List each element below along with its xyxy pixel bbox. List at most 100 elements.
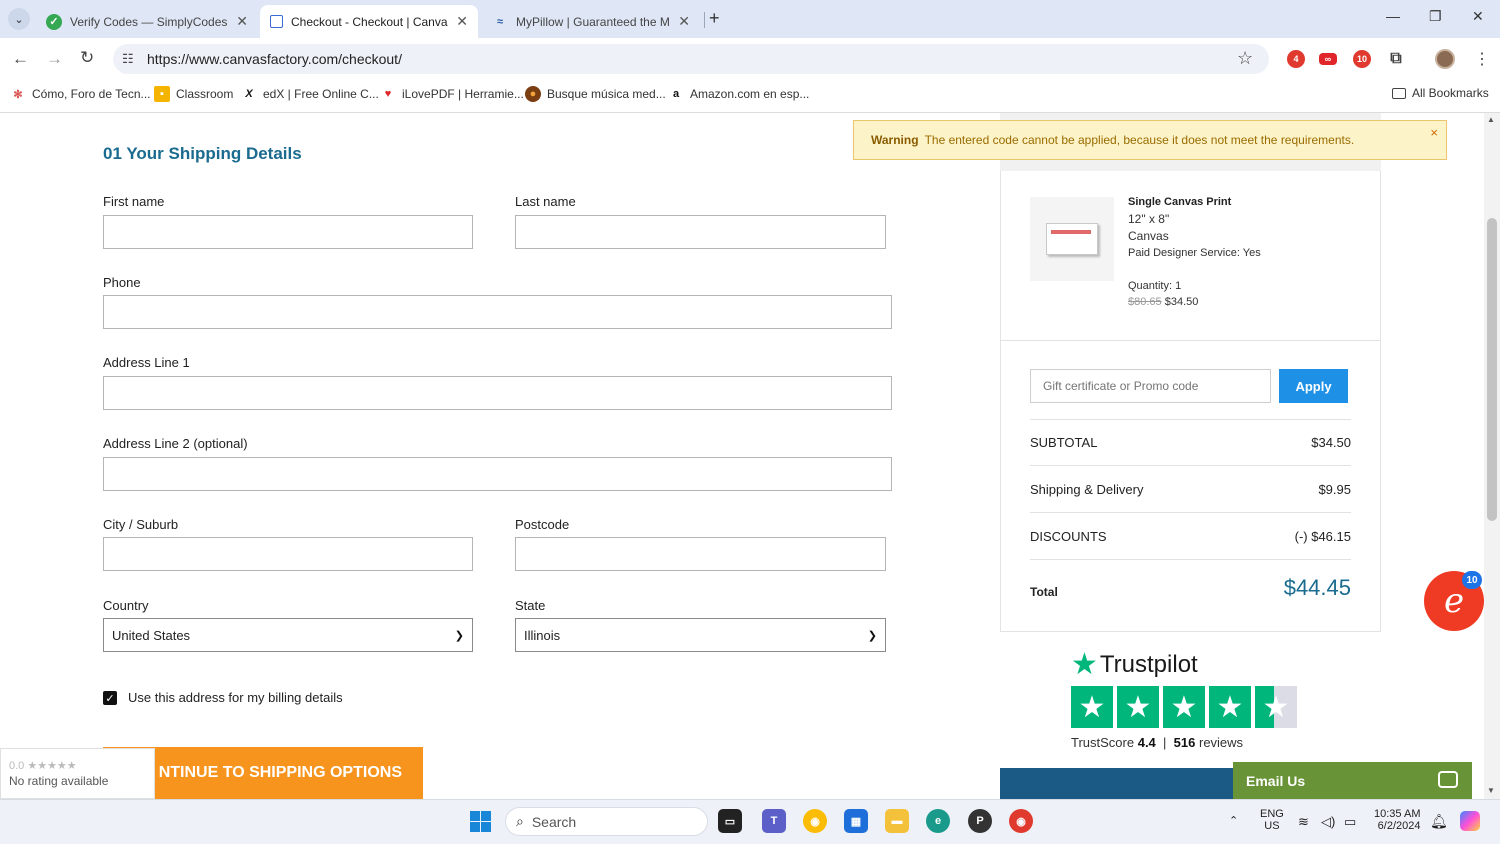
close-tab-icon[interactable]: ✕ xyxy=(236,13,248,30)
restore-icon[interactable]: ❐ xyxy=(1429,8,1442,25)
total-value: $44.45 xyxy=(1283,575,1351,600)
divider xyxy=(1001,340,1380,341)
tab-canvas-checkout[interactable]: Checkout - Checkout | Canvas F ✕ xyxy=(260,5,478,38)
product-price: $80.65 $34.50 xyxy=(1128,296,1198,308)
product-size: 12" x 8" xyxy=(1128,212,1170,226)
folder-icon xyxy=(1392,87,1406,99)
star-icon: ★ xyxy=(1071,686,1113,728)
close-icon[interactable]: × xyxy=(1430,125,1438,140)
windows-start-icon[interactable] xyxy=(470,811,491,832)
volume-icon[interactable]: ◁) xyxy=(1321,814,1335,830)
warning-alert: Warning The entered code cannot be appli… xyxy=(853,120,1447,160)
trustpilot-stars: ★ ★ ★ ★ ★ xyxy=(1071,686,1301,728)
notification-badge: 10 xyxy=(1462,571,1482,589)
last-name-label: Last name xyxy=(515,194,576,209)
divider xyxy=(1030,512,1351,513)
shipping-label: Shipping & Delivery xyxy=(1030,482,1144,497)
store-icon[interactable]: ▦ xyxy=(844,809,868,833)
pinned-app-icon[interactable]: P xyxy=(968,809,992,833)
scroll-down-icon[interactable]: ▼ xyxy=(1487,786,1495,795)
edge-icon[interactable]: e xyxy=(926,809,950,833)
notification-bell-icon[interactable]: 🔔︎ xyxy=(1430,813,1448,830)
language-indicator[interactable]: ENG US xyxy=(1260,808,1284,832)
url-text[interactable]: https://www.canvasfactory.com/checkout/ xyxy=(147,51,402,67)
close-tab-icon[interactable]: ✕ xyxy=(678,13,690,30)
chevron-down-icon: ❯ xyxy=(867,629,877,642)
scroll-up-icon[interactable]: ▲ xyxy=(1487,115,1495,124)
forward-icon[interactable]: → xyxy=(46,49,63,69)
tab-mypillow[interactable]: ≈ MyPillow | Guaranteed the Mos ✕ xyxy=(482,5,700,38)
bookmark-item[interactable]: ✻ Cómo, Foro de Tecn... xyxy=(10,86,150,102)
amazon-icon: a xyxy=(672,88,680,100)
minimize-icon[interactable]: — xyxy=(1386,8,1400,24)
trustpilot-logo[interactable]: ★ Trustpilot xyxy=(1071,647,1198,682)
city-input[interactable] xyxy=(103,537,473,571)
divider xyxy=(1030,419,1351,420)
address-line-2-input[interactable] xyxy=(103,457,892,491)
back-icon[interactable]: ← xyxy=(12,49,29,69)
rating-score: 0.0 ★★★★★ xyxy=(9,760,77,772)
clock[interactable]: 10:35 AM 6/2/2024 xyxy=(1374,808,1420,832)
tray-chevron-icon[interactable]: ⌃ xyxy=(1229,814,1238,827)
address-line-1-input[interactable] xyxy=(103,376,892,410)
section-title: 01 Your Shipping Details xyxy=(103,144,302,163)
extensions-puzzle-icon[interactable]: ⧉ xyxy=(1387,50,1405,68)
email-us-button[interactable]: Email Us xyxy=(1233,762,1472,799)
all-bookmarks[interactable]: All Bookmarks xyxy=(1392,86,1489,100)
tab-separator xyxy=(704,12,705,28)
bookmark-item[interactable]: ▪ Classroom xyxy=(154,86,233,102)
task-view-icon[interactable]: ▭ xyxy=(718,809,742,833)
city-label: City / Suburb xyxy=(103,517,179,532)
extension-icon[interactable]: 10 xyxy=(1353,50,1371,68)
country-select[interactable]: United States ❯ xyxy=(103,618,473,652)
bookmark-item[interactable]: a Amazon.com en esp... xyxy=(668,86,809,102)
first-name-label: First name xyxy=(103,194,165,209)
tab-search-button[interactable]: ⌄ xyxy=(8,8,30,30)
first-name-input[interactable] xyxy=(103,215,473,249)
billing-checkbox-label[interactable]: Use this address for my billing details xyxy=(128,690,343,705)
reload-icon[interactable]: ↻ xyxy=(80,48,94,68)
chrome-profile-icon[interactable]: ◉ xyxy=(1009,809,1033,833)
site-settings-icon[interactable]: ☷ xyxy=(122,51,134,67)
rating-badge[interactable]: 0.0 ★★★★★ No rating available xyxy=(0,748,155,799)
product-material: Canvas xyxy=(1128,229,1169,243)
postcode-label: Postcode xyxy=(515,517,570,532)
phone-label: Phone xyxy=(103,275,141,290)
postcode-input[interactable] xyxy=(515,537,886,571)
more-menu-icon[interactable]: ⋮ xyxy=(1474,49,1490,69)
taskbar-search[interactable]: ⌕ Search xyxy=(505,807,708,836)
state-select[interactable]: Illinois ❯ xyxy=(515,618,886,652)
rating-text: No rating available xyxy=(9,774,109,788)
bookmark-item[interactable]: XedX | Free Online C... xyxy=(241,86,379,102)
chevron-down-icon: ❯ xyxy=(454,629,464,642)
billing-checkbox[interactable]: ✓ xyxy=(103,691,117,705)
sale-price: $34.50 xyxy=(1164,296,1199,308)
divider xyxy=(1030,559,1351,560)
trustscore[interactable]: TrustScore 4.4 | 516 reviews xyxy=(1071,735,1243,750)
tab-simplycodes[interactable]: ✓ Verify Codes — SimplyCodes ✕ xyxy=(36,5,258,38)
product-name: Single Canvas Print xyxy=(1128,196,1232,208)
phone-input[interactable] xyxy=(103,295,892,329)
scrollbar-thumb[interactable] xyxy=(1487,218,1497,521)
bookmark-star-icon[interactable]: ☆ xyxy=(1237,48,1253,69)
discounts-value: (-) $46.15 xyxy=(1294,529,1351,544)
profile-avatar[interactable] xyxy=(1435,49,1455,69)
last-name-input[interactable] xyxy=(515,215,886,249)
extension-icon[interactable]: ∞ xyxy=(1319,53,1337,65)
apply-button[interactable]: Apply xyxy=(1279,369,1348,403)
battery-icon[interactable]: ▭ xyxy=(1344,814,1356,830)
subtotal-label: SUBTOTAL xyxy=(1030,435,1098,450)
bookmark-item[interactable]: ♥ iLovePDF | Herramie... xyxy=(380,86,524,102)
teams-icon[interactable]: T xyxy=(762,809,786,833)
copilot-icon[interactable] xyxy=(1460,811,1480,831)
file-explorer-icon[interactable]: ▬ xyxy=(885,809,909,833)
promo-code-input[interactable] xyxy=(1030,369,1271,403)
chrome-icon[interactable]: ◉ xyxy=(803,809,827,833)
wifi-icon[interactable]: ≋ xyxy=(1298,814,1309,830)
window-close-icon[interactable]: ✕ xyxy=(1472,8,1484,25)
new-tab-icon[interactable]: + xyxy=(709,8,720,29)
close-tab-icon[interactable]: ✕ xyxy=(456,13,468,30)
bookmark-item[interactable]: ● Busque música med... xyxy=(525,86,666,102)
extension-icon[interactable]: 4 xyxy=(1287,50,1305,68)
simplycodes-favicon-icon: ✓ xyxy=(46,13,62,30)
